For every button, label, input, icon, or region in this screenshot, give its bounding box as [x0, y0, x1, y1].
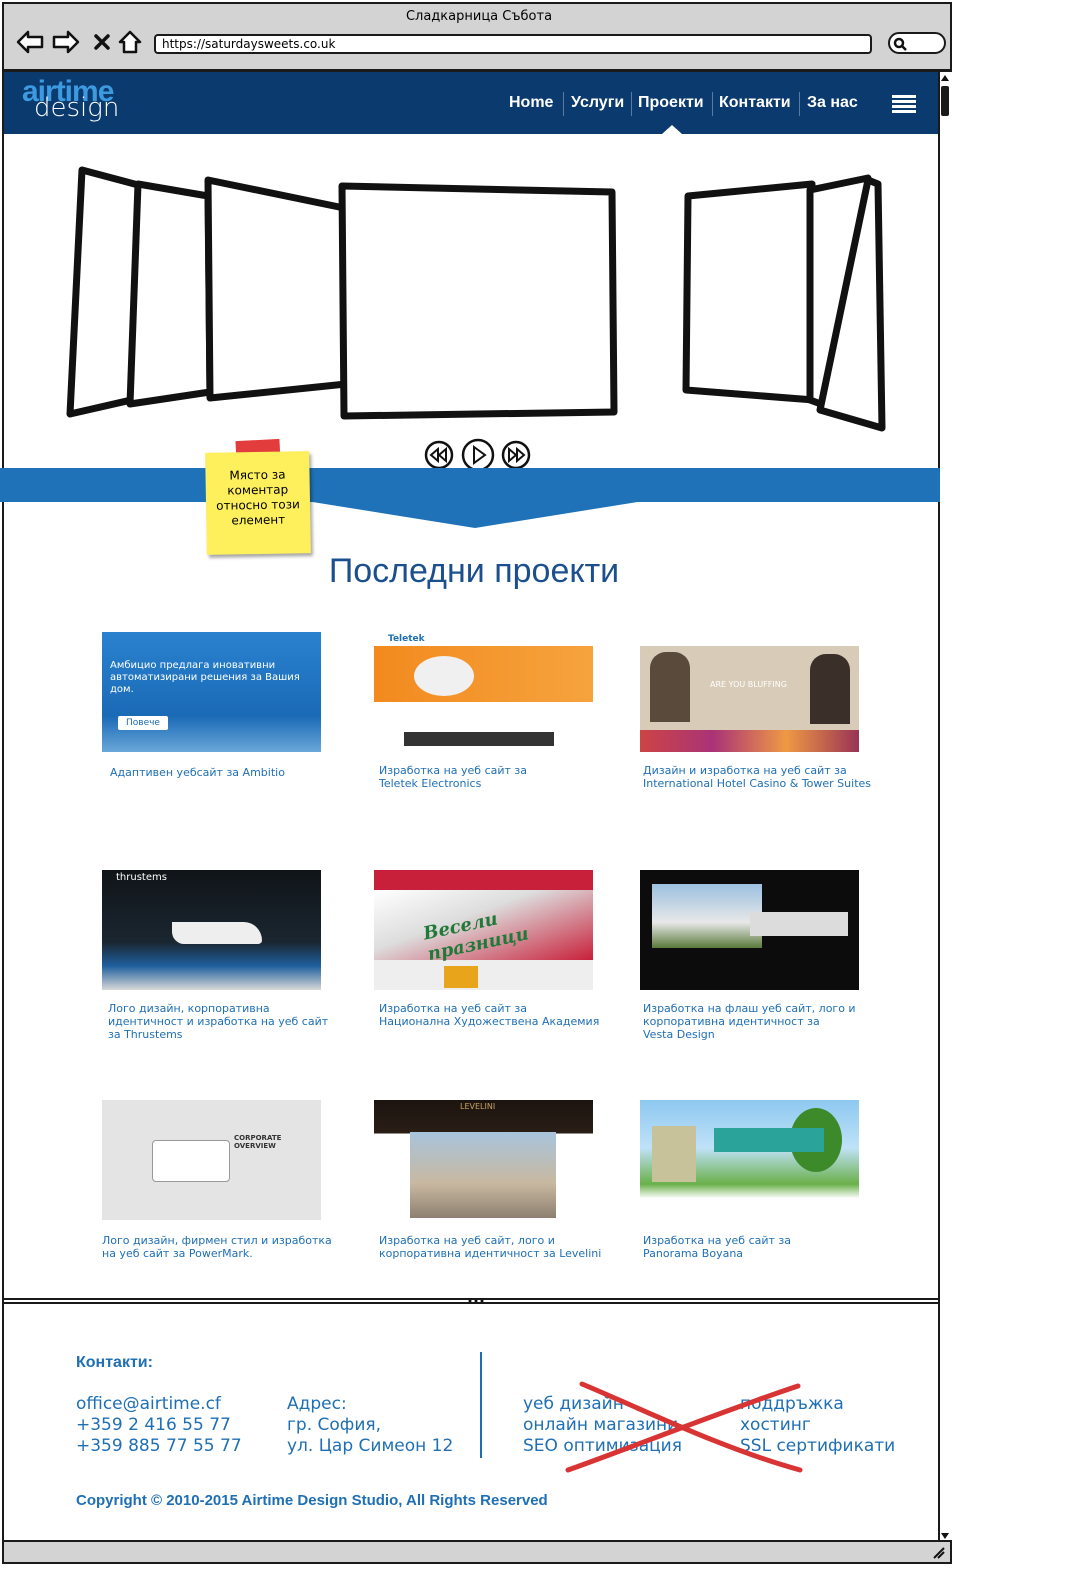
site-header: airtime design Home Услуги Проекти Конта… — [4, 72, 938, 134]
thumb-text: CORPORATE OVERVIEW — [234, 1134, 282, 1150]
strikeout-cross-mark — [565, 1381, 803, 1473]
project-caption[interactable]: Изработка на уеб сайт за Panorama Boyana — [643, 1234, 883, 1260]
nav-about[interactable]: За нас — [807, 94, 858, 112]
nav-separator — [712, 92, 713, 116]
forward-icon[interactable] — [52, 28, 80, 56]
thumb-text: Teletek — [388, 634, 425, 644]
project-thumbnail-thrustems[interactable]: thrustems — [102, 870, 321, 990]
url-bar[interactable]: https://saturdaysweets.co.uk — [154, 34, 872, 54]
project-caption[interactable]: Изработка на уеб сайт за Teletek Electro… — [379, 764, 619, 790]
home-icon[interactable] — [116, 28, 144, 56]
thumb-text: LEVELINI — [460, 1102, 496, 1111]
browser-search-field[interactable] — [888, 32, 946, 54]
footer-vertical-divider — [480, 1352, 482, 1458]
project-caption[interactable]: Изработка на флаш уеб сайт, лого и корпо… — [643, 1002, 883, 1041]
project-thumbnail-teletek[interactable]: Teletek — [374, 632, 593, 752]
footer-heading: Контакти: — [76, 1354, 153, 1371]
window-title: Сладкарница Събота — [405, 9, 553, 24]
scroll-up-arrow-icon[interactable] — [940, 74, 950, 82]
browser-titlebar: Сладкарница Събота https://saturdaysweet… — [2, 2, 952, 72]
nav-separator — [631, 92, 632, 116]
project-caption[interactable]: Изработка на уеб сайт за Национална Худо… — [379, 1002, 619, 1028]
page-scrollbar[interactable] — [938, 72, 952, 1544]
scroll-down-arrow-icon[interactable] — [940, 1532, 950, 1540]
project-thumbnail-powermark[interactable]: CORPORATE OVERVIEW — [102, 1100, 321, 1220]
section-banner — [0, 468, 940, 502]
nav-home[interactable]: Home — [509, 94, 553, 112]
project-caption[interactable]: Лого дизайн, фирмен стил и изработка на … — [102, 1234, 342, 1260]
sticky-note-text: Място за коментар относно този елемент — [216, 467, 300, 528]
resize-dots-icon — [468, 1299, 484, 1303]
airtime-logo[interactable]: airtime design — [22, 77, 120, 123]
project-thumbnail-panorama[interactable] — [640, 1100, 859, 1220]
close-icon[interactable] — [88, 28, 116, 56]
project-caption[interactable]: Изработка на уеб сайт, лого и корпоратив… — [379, 1234, 619, 1260]
image-carousel[interactable] — [60, 160, 900, 450]
nav-contacts[interactable]: Контакти — [719, 94, 791, 112]
project-caption[interactable]: Адаптивен уебсайт за Ambitio — [110, 766, 350, 779]
project-caption[interactable]: Дизайн и изработка на уеб сайт за Intern… — [643, 764, 883, 790]
thumb-text: ARE YOU BLUFFING — [710, 680, 787, 689]
sticky-note: Място за коментар относно този елемент — [205, 451, 311, 555]
footer-contacts[interactable]: office@airtime.cf +359 2 416 55 77 +359 … — [76, 1394, 242, 1457]
logo-text-bottom: design — [34, 93, 120, 123]
back-icon[interactable] — [16, 28, 44, 56]
nav-separator — [799, 92, 800, 116]
search-icon — [893, 37, 907, 51]
project-caption[interactable]: Лого дизайн, корпоративна идентичност и … — [108, 1002, 348, 1041]
project-thumbnail-ambitio[interactable]: Амбицио предлага иновативни автоматизира… — [102, 632, 321, 752]
scrollbar-thumb[interactable] — [941, 86, 949, 116]
active-nav-indicator — [662, 125, 682, 134]
thumb-more-button: Повече — [118, 716, 168, 730]
nav-projects[interactable]: Проекти — [638, 94, 704, 112]
banner-arrow — [300, 500, 650, 528]
resize-grip-icon[interactable] — [932, 1546, 946, 1560]
section-title: Последни проекти — [328, 552, 620, 590]
thumb-text: Амбицио предлага иновативни автоматизира… — [110, 660, 300, 695]
project-thumbnail-nha[interactable]: Весели празници — [374, 870, 593, 990]
nav-separator — [563, 92, 564, 116]
hamburger-menu-icon[interactable] — [892, 94, 916, 118]
project-thumbnail-levelini[interactable]: LEVELINI — [374, 1100, 593, 1220]
browser-statusbar — [2, 1540, 952, 1564]
project-thumbnail-casino[interactable]: ARE YOU BLUFFING — [640, 632, 859, 752]
footer-copyright: Copyright © 2010-2015 Airtime Design Stu… — [76, 1492, 548, 1509]
nav-services[interactable]: Услуги — [571, 94, 624, 112]
project-thumbnail-vesta[interactable] — [640, 870, 859, 990]
footer-address: Адрес: гр. София, ул. Цар Симеон 12 — [287, 1394, 454, 1456]
thumb-text: thrustems — [116, 872, 167, 883]
